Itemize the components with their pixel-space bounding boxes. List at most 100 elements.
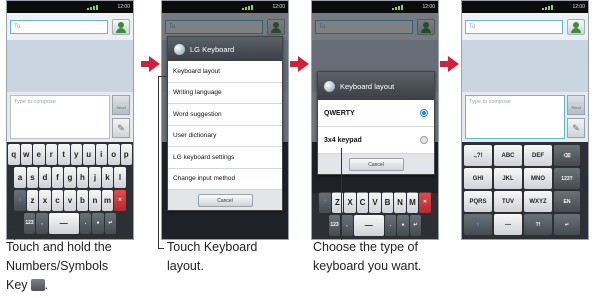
key-i[interactable]: i	[95, 144, 107, 165]
space-key[interactable]: —	[353, 215, 384, 236]
key-c[interactable]: c	[51, 190, 64, 211]
key-l[interactable]: l	[114, 167, 126, 188]
option-qwerty[interactable]: QWERTY	[318, 100, 434, 127]
key-y[interactable]: y	[70, 144, 82, 165]
send-button[interactable]: Send	[567, 95, 585, 115]
mic-icon[interactable]: ●	[397, 215, 409, 236]
option-3x4-keypad[interactable]: 3x4 keypad	[318, 127, 434, 154]
key-k[interactable]: k	[101, 167, 114, 188]
space-key[interactable]: —	[494, 214, 522, 235]
signal-icon	[392, 4, 410, 10]
key-2[interactable]: ABC	[494, 145, 522, 166]
key-s[interactable]: s	[26, 167, 39, 188]
dialog-header: LG Keyboard	[168, 37, 282, 61]
key-c[interactable]: C	[356, 192, 369, 213]
shift-key[interactable]: ⇧	[319, 192, 331, 213]
shift-key[interactable]: ⇧	[464, 214, 492, 235]
numbers-symbols-key[interactable]: 123	[23, 213, 36, 234]
backspace-key[interactable]: ⌫	[554, 145, 580, 166]
contact-icon[interactable]	[567, 19, 585, 35]
symbols-key[interactable]: ?!	[524, 214, 552, 235]
mic-icon[interactable]: ●	[92, 213, 104, 234]
comma-key[interactable]: ,	[341, 215, 353, 236]
delete-key[interactable]: ✕	[419, 192, 431, 213]
menu-item-change-input-method[interactable]: Change input method	[168, 169, 282, 190]
recipient-field[interactable]: To	[465, 20, 563, 34]
key-n[interactable]: N	[394, 192, 406, 213]
key-t[interactable]: t	[58, 144, 70, 165]
key-6[interactable]: MNO	[524, 168, 552, 189]
status-bar: 12:00	[162, 1, 288, 13]
key-g[interactable]: g	[64, 167, 76, 188]
key-x[interactable]: X	[344, 192, 356, 213]
enter-key[interactable]: ↵	[409, 215, 422, 236]
dialog-footer: Cancel	[168, 190, 282, 210]
cancel-button[interactable]: Cancel	[197, 193, 253, 207]
key-q[interactable]: q	[8, 144, 20, 165]
arrow-right-icon	[290, 56, 309, 72]
contact-icon[interactable]	[112, 19, 130, 35]
space-key[interactable]: —	[48, 213, 79, 234]
numbers-symbols-key[interactable]: 123?	[554, 168, 580, 189]
phone-screen-1: 12:00 To Type to compose Send ✎ q w e r …	[6, 0, 134, 240]
key-9[interactable]: WXYZ	[524, 191, 552, 212]
attach-icon[interactable]: ✎	[112, 118, 130, 138]
key-z[interactable]: z	[26, 190, 39, 211]
key-u[interactable]: u	[83, 144, 95, 165]
option-label: 3x4 keypad	[324, 136, 362, 144]
attach-icon[interactable]: ✎	[567, 118, 585, 138]
key-h[interactable]: h	[76, 167, 89, 188]
key-8[interactable]: TUV	[494, 191, 522, 212]
key-n[interactable]: n	[89, 190, 101, 211]
key-v[interactable]: v	[64, 190, 76, 211]
radio-selected-icon[interactable]	[420, 109, 428, 117]
enter-key[interactable]: ↵	[554, 214, 580, 235]
3x4-keypad: .,?! ABC DEF ⌫ GHI JKL MNO 123? PQRS TUV…	[462, 142, 588, 239]
menu-item-user-dictionary[interactable]: User dictionary	[168, 126, 282, 147]
key-a[interactable]: a	[14, 167, 26, 188]
key-m[interactable]: M	[406, 192, 419, 213]
menu-item-writing-language[interactable]: Writing language	[168, 83, 282, 104]
key-b[interactable]: b	[76, 190, 89, 211]
key-m[interactable]: m	[101, 190, 114, 211]
shift-key[interactable]: ⇧	[14, 190, 26, 211]
cancel-button[interactable]: Cancel	[348, 157, 404, 171]
menu-item-keyboard-layout[interactable]: Keyboard layout	[168, 61, 282, 83]
key-3[interactable]: DEF	[524, 145, 552, 166]
comma-key[interactable]: ,	[36, 213, 48, 234]
phone-screen-2: 12:00 To LG Keyboard Keyboard layout Wri…	[161, 0, 289, 240]
key-e[interactable]: e	[33, 144, 45, 165]
caption-bold: Keyboard	[203, 240, 258, 254]
key-1[interactable]: .,?!	[464, 145, 492, 166]
period-key[interactable]: .	[384, 215, 397, 236]
menu-item-lg-keyboard-settings[interactable]: LG keyboard settings	[168, 147, 282, 169]
recipient-row: To	[462, 13, 588, 40]
key-x[interactable]: x	[39, 190, 51, 211]
numbers-symbols-key[interactable]: 123	[328, 215, 341, 236]
key-7[interactable]: PQRS	[464, 191, 492, 212]
enter-key[interactable]: ↵	[104, 213, 117, 234]
key-v[interactable]: V	[369, 192, 381, 213]
radio-unselected-icon[interactable]	[420, 136, 428, 144]
period-key[interactable]: .	[79, 213, 92, 234]
compose-field[interactable]: Type to compose	[465, 95, 565, 139]
key-4[interactable]: GHI	[464, 168, 492, 189]
key-w[interactable]: w	[20, 144, 32, 165]
delete-key[interactable]: ✕	[114, 190, 126, 211]
key-p[interactable]: p	[120, 144, 132, 165]
compose-field[interactable]: Type to compose	[10, 95, 110, 139]
language-key[interactable]: EN	[554, 191, 580, 212]
key-o[interactable]: o	[108, 144, 120, 165]
recipient-field[interactable]: To	[10, 20, 108, 34]
key-f[interactable]: f	[51, 167, 64, 188]
menu-item-word-suggestion[interactable]: Word suggestion	[168, 104, 282, 126]
key-j[interactable]: j	[89, 167, 101, 188]
dialog-title: LG Keyboard	[190, 44, 235, 54]
send-button[interactable]: Send	[112, 95, 130, 115]
key-5[interactable]: JKL	[494, 168, 522, 189]
key-d[interactable]: d	[39, 167, 51, 188]
message-area	[7, 40, 133, 92]
key-r[interactable]: r	[45, 144, 57, 165]
key-b[interactable]: B	[381, 192, 394, 213]
caption-line: Choose the type of	[313, 240, 418, 254]
